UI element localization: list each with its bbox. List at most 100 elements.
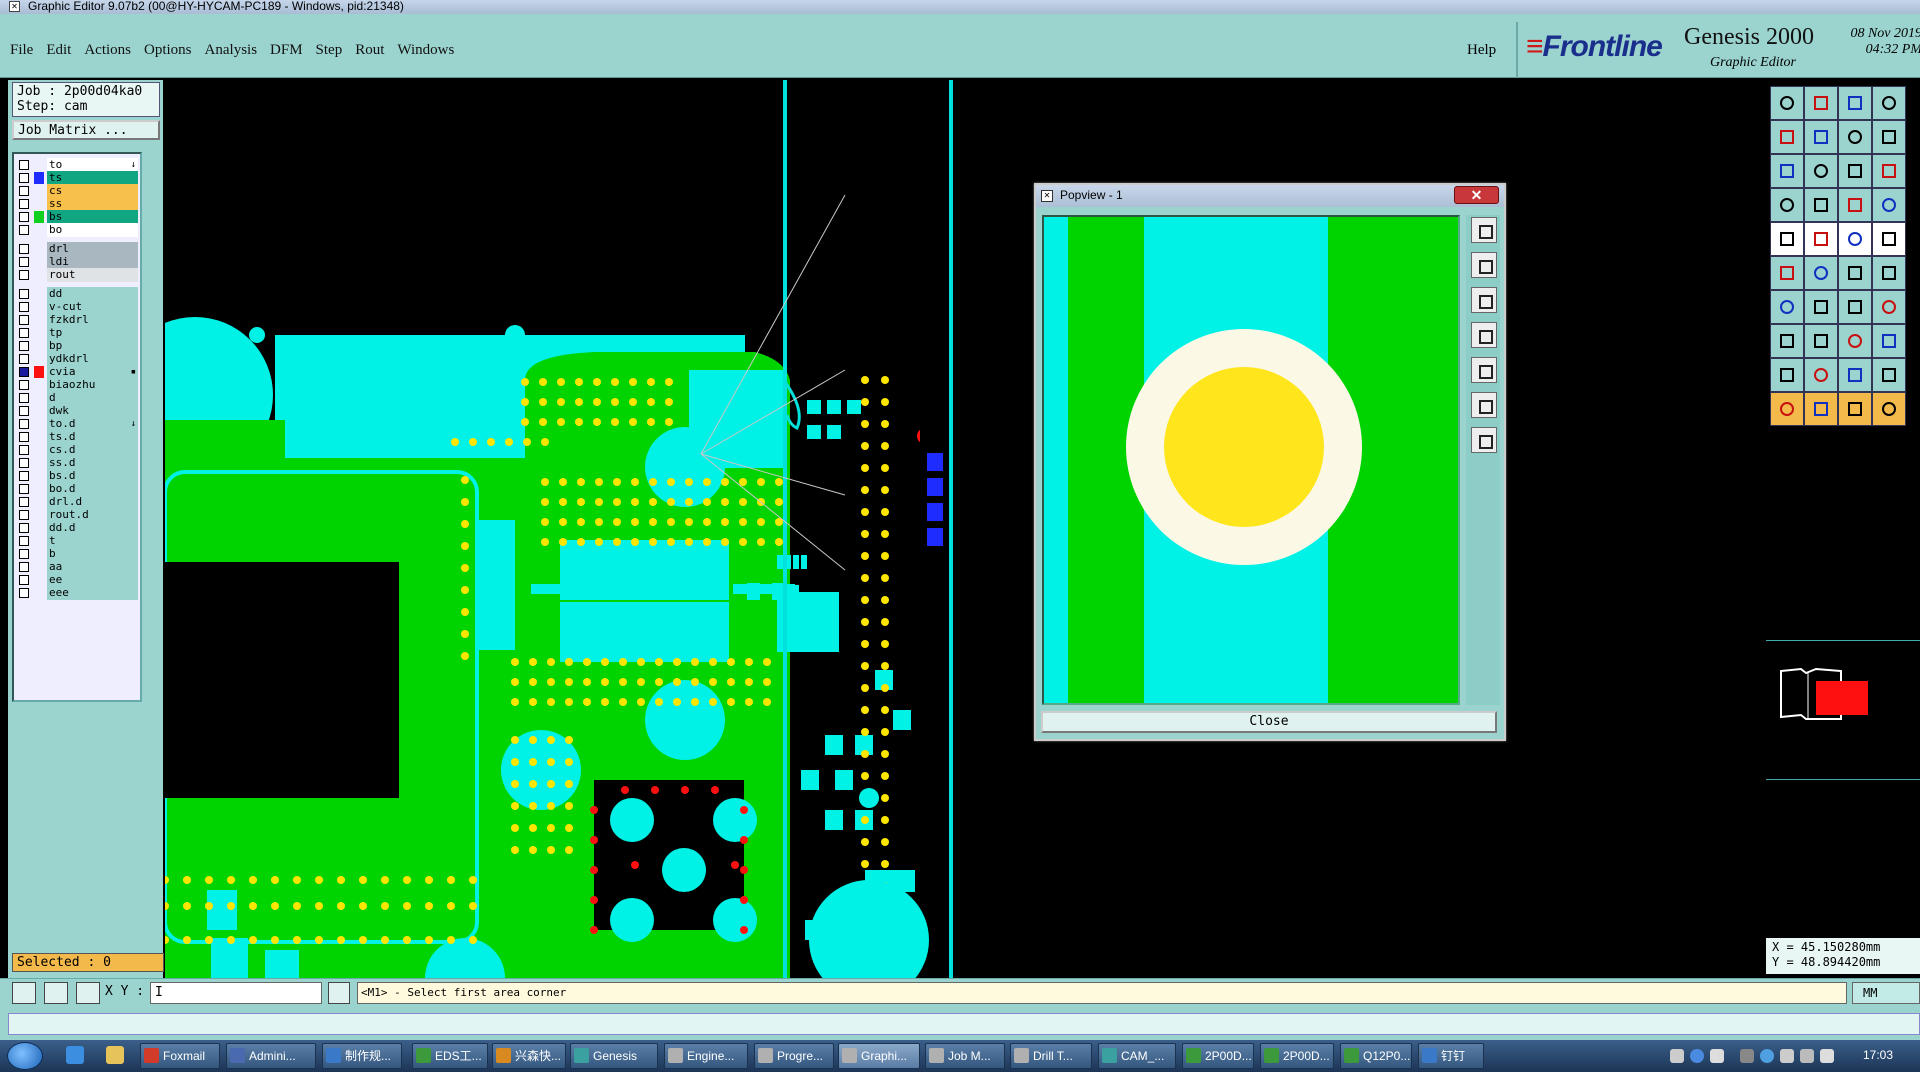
layer-row-bs-d[interactable]: bs.d xyxy=(16,469,138,483)
taskbar-task[interactable]: Foxmail xyxy=(140,1043,220,1069)
slope-icon[interactable] xyxy=(1804,290,1838,324)
layer-checkbox[interactable] xyxy=(19,173,29,183)
menu-windows[interactable]: Windows xyxy=(397,22,454,78)
layer-row-ldi[interactable]: ldi xyxy=(16,255,138,269)
popview-pan-up-button[interactable] xyxy=(1471,252,1497,278)
menu-dfm[interactable]: DFM xyxy=(270,22,303,78)
layer-row-aa[interactable]: aa xyxy=(16,560,138,574)
layer-checkbox[interactable] xyxy=(19,445,29,455)
cross-icon[interactable] xyxy=(1804,256,1838,290)
layer-checkbox[interactable] xyxy=(19,257,29,267)
layer-row-ss[interactable]: ss xyxy=(16,197,138,211)
settings-icon[interactable] xyxy=(1710,1049,1724,1063)
layer-row-cs[interactable]: cs xyxy=(16,184,138,198)
layer-color-swatch[interactable] xyxy=(34,405,44,417)
layer-row-drl[interactable]: drl xyxy=(16,242,138,256)
layer-checkbox[interactable] xyxy=(19,302,29,312)
layer-checkbox[interactable] xyxy=(19,341,29,351)
layer-checkbox[interactable] xyxy=(19,497,29,507)
zoom-home-icon[interactable] xyxy=(1770,86,1804,120)
layer-name[interactable]: ts xyxy=(47,171,138,185)
stretch-icon[interactable] xyxy=(1872,120,1906,154)
layer-color-swatch[interactable] xyxy=(34,185,44,197)
layer-name[interactable]: biaozhu xyxy=(47,378,138,392)
layer-row-tp[interactable]: tp xyxy=(16,326,138,340)
net-icon[interactable] xyxy=(1872,188,1906,222)
layer-name[interactable]: t xyxy=(47,534,138,548)
pad-icon[interactable] xyxy=(1770,222,1804,256)
layer-name[interactable]: to ↓ xyxy=(47,158,138,172)
layer-checkbox[interactable] xyxy=(19,212,29,222)
layer-color-swatch[interactable] xyxy=(34,159,44,171)
layer-color-swatch[interactable] xyxy=(34,256,44,268)
layer-name[interactable]: ydkdrl xyxy=(47,352,138,366)
layer-name[interactable]: v-cut xyxy=(47,300,138,314)
layer-row-bo[interactable]: bo xyxy=(16,223,138,237)
vertex-icon[interactable] xyxy=(1804,358,1838,392)
layer-row-ss-d[interactable]: ss.d xyxy=(16,456,138,470)
mirror-icon[interactable] xyxy=(1838,120,1872,154)
layer-color-swatch[interactable] xyxy=(34,366,44,378)
popview-close-button[interactable]: Close xyxy=(1041,711,1497,733)
layer-name[interactable]: d xyxy=(47,391,138,405)
layer-row-rout-d[interactable]: rout.d xyxy=(16,508,138,522)
layer-checkbox[interactable] xyxy=(19,406,29,416)
menu-step[interactable]: Step xyxy=(316,22,343,78)
layer-name[interactable]: fzkdrl xyxy=(47,313,138,327)
layer-color-swatch[interactable] xyxy=(34,224,44,236)
distance-icon[interactable] xyxy=(1804,324,1838,358)
layer-color-swatch[interactable] xyxy=(34,379,44,391)
layer-color-swatch[interactable] xyxy=(34,587,44,599)
layer-row-dwk[interactable]: dwk xyxy=(16,404,138,418)
layer-checkbox[interactable] xyxy=(19,562,29,572)
tool-icon[interactable] xyxy=(1770,188,1804,222)
layer-color-swatch[interactable] xyxy=(34,288,44,300)
layer-color-swatch[interactable] xyxy=(34,457,44,469)
layer-checkbox[interactable] xyxy=(19,380,29,390)
layer-name[interactable]: dd.d xyxy=(47,521,138,535)
line-icon[interactable] xyxy=(1838,222,1872,256)
taskbar-task[interactable]: Graphi... xyxy=(838,1043,920,1069)
units-button[interactable]: MM xyxy=(1852,982,1920,1004)
layer-row-ee[interactable]: ee xyxy=(16,573,138,587)
arc-icon[interactable] xyxy=(1838,290,1872,324)
layer-color-swatch[interactable] xyxy=(34,535,44,547)
angle-icon[interactable] xyxy=(1770,290,1804,324)
area-select-icon[interactable] xyxy=(1872,392,1906,426)
scale-1-2-icon[interactable] xyxy=(1838,154,1872,188)
layer-row-b[interactable]: b xyxy=(16,547,138,561)
pan-right-icon[interactable] xyxy=(1804,120,1838,154)
circle-icon[interactable] xyxy=(1872,222,1906,256)
taskbar-task[interactable]: Engine... xyxy=(664,1043,748,1069)
menu-help[interactable]: Help xyxy=(1467,22,1496,78)
layer-color-swatch[interactable] xyxy=(34,522,44,534)
layer-color-swatch[interactable] xyxy=(34,172,44,184)
layer-name[interactable]: rout xyxy=(47,268,138,282)
layer-checkbox[interactable] xyxy=(19,549,29,559)
window-icon[interactable] xyxy=(1872,86,1906,120)
pan-left-icon[interactable] xyxy=(1770,120,1804,154)
menu-options[interactable]: Options xyxy=(144,22,192,78)
layer-checkbox[interactable] xyxy=(19,471,29,481)
popview-viewport[interactable] xyxy=(1042,215,1460,705)
layer-checkbox[interactable] xyxy=(19,354,29,364)
layer-color-swatch[interactable] xyxy=(34,561,44,573)
layer-name[interactable]: drl xyxy=(47,242,138,256)
layer-checkbox[interactable] xyxy=(19,419,29,429)
layer-name[interactable]: eee xyxy=(47,586,138,600)
layer-color-swatch[interactable] xyxy=(34,327,44,339)
layer-color-swatch[interactable] xyxy=(34,314,44,326)
menu-actions[interactable]: Actions xyxy=(84,22,131,78)
layer-name[interactable]: ss.d xyxy=(47,456,138,470)
layer-name[interactable]: bs xyxy=(47,210,138,224)
layer-color-swatch[interactable] xyxy=(34,509,44,521)
taskbar-task[interactable]: 兴森快... xyxy=(492,1043,566,1069)
layer-name[interactable]: dwk xyxy=(47,404,138,418)
triangle-icon[interactable] xyxy=(1770,358,1804,392)
layer-row-bo-d[interactable]: bo.d xyxy=(16,482,138,496)
measure-mode-button[interactable] xyxy=(44,982,68,1004)
layer-row-d[interactable]: d xyxy=(16,391,138,405)
layer-name[interactable]: cs xyxy=(47,184,138,198)
layer-checkbox[interactable] xyxy=(19,575,29,585)
menu-edit[interactable]: Edit xyxy=(46,22,71,78)
